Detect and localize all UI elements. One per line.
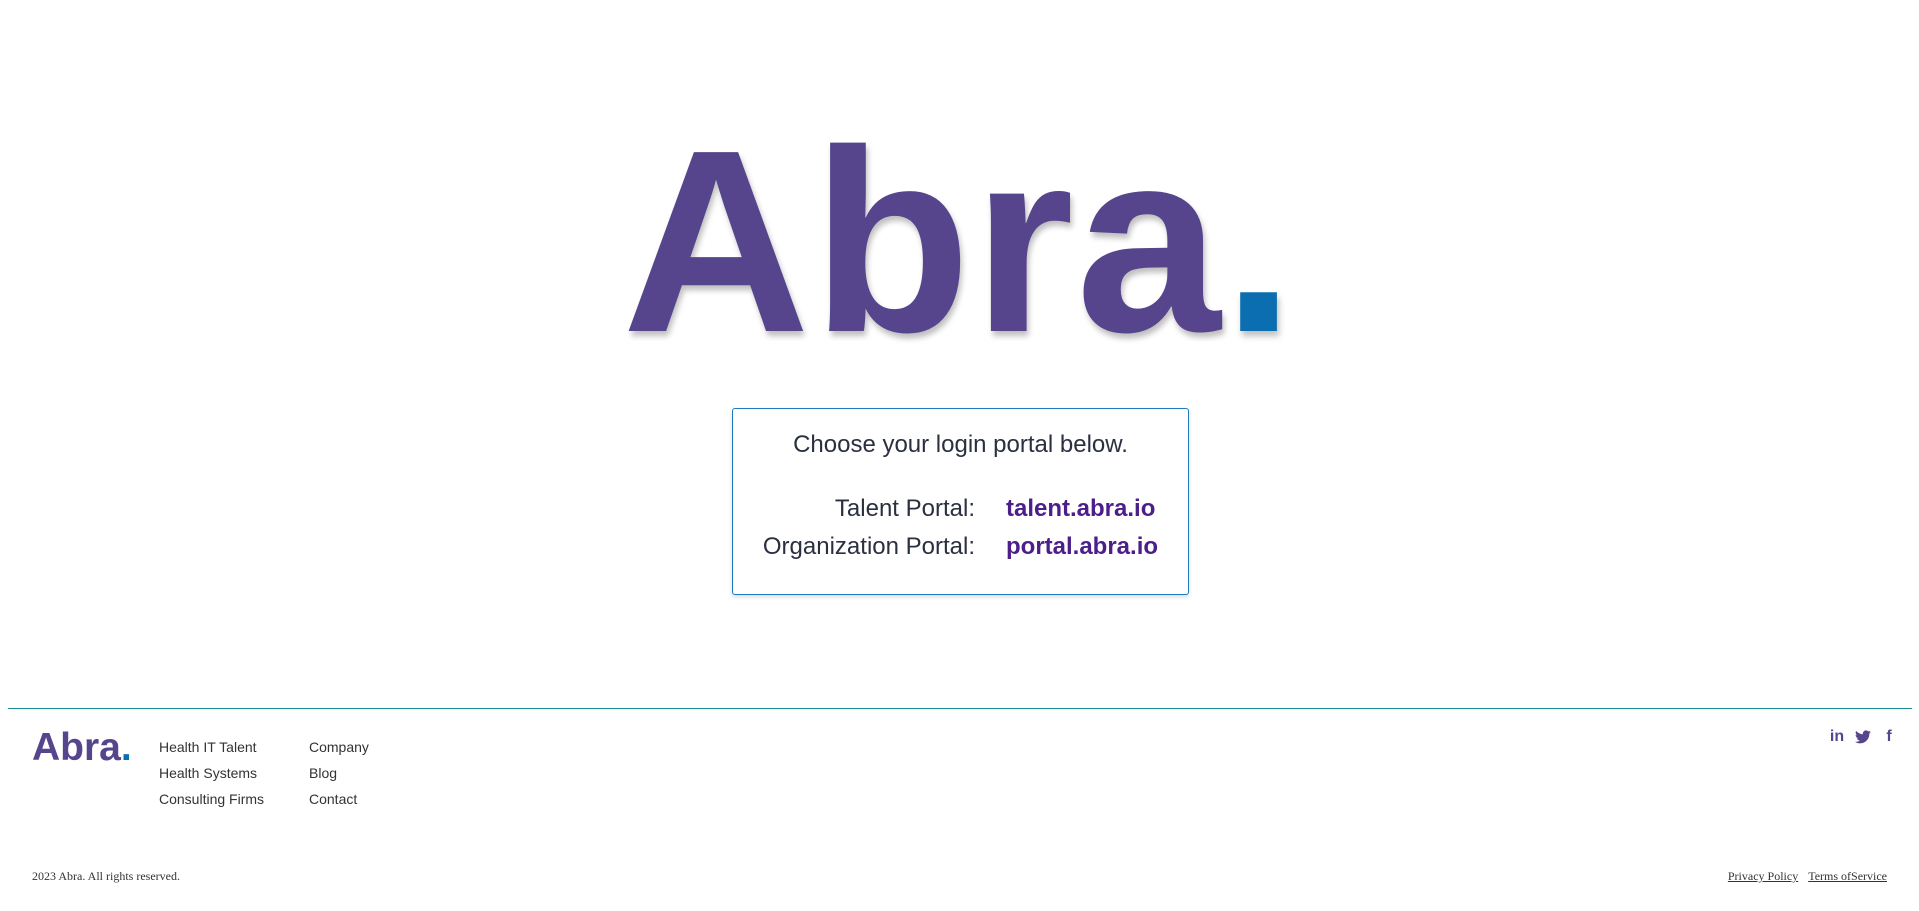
twitter-icon[interactable] — [1855, 726, 1871, 748]
legal-links: Privacy Policy Terms ofService — [1728, 869, 1887, 884]
organization-portal-link[interactable]: portal.abra.io — [1006, 533, 1158, 561]
hero-logo: Abra. — [0, 112, 1919, 372]
footer-nav-column-1: Health IT Talent Health Systems Consulti… — [159, 738, 264, 816]
footer-nav-column-2: Company Blog Contact — [309, 738, 369, 816]
footer-link-contact[interactable]: Contact — [309, 790, 369, 816]
privacy-policy-link[interactable]: Privacy Policy — [1728, 869, 1798, 884]
footer-link-health-it-talent[interactable]: Health IT Talent — [159, 738, 264, 764]
talent-portal-row: Talent Portal: talent.abra.io — [733, 495, 1188, 529]
footer-logo-dot: . — [120, 726, 132, 769]
social-links: in f — [1829, 726, 1897, 748]
facebook-icon[interactable]: f — [1881, 726, 1897, 748]
talent-portal-label: Talent Portal: — [834, 495, 975, 522]
footer-link-blog[interactable]: Blog — [309, 764, 369, 790]
footer-logo[interactable]: Abra. — [32, 728, 132, 767]
talent-portal-link[interactable]: talent.abra.io — [1006, 495, 1155, 523]
footer-divider — [8, 708, 1912, 709]
organization-portal-label: Organization Portal: — [762, 533, 975, 560]
footer-link-company[interactable]: Company — [309, 738, 369, 764]
linkedin-icon[interactable]: in — [1829, 726, 1845, 748]
login-portal-box: Choose your login portal below. Talent P… — [732, 408, 1189, 595]
footer-link-consulting-firms[interactable]: Consulting Firms — [159, 790, 264, 816]
hero-logo-dot: . — [1222, 97, 1297, 387]
footer-link-health-systems[interactable]: Health Systems — [159, 764, 264, 790]
portal-intro-text: Choose your login portal below. — [793, 431, 1128, 458]
footer-logo-text: Abra — [32, 726, 121, 769]
terms-of-service-link[interactable]: Terms ofService — [1808, 869, 1887, 884]
hero-logo-text: Abra — [622, 97, 1223, 387]
copyright-text: 2023 Abra. All rights reserved. — [32, 869, 180, 883]
organization-portal-row: Organization Portal: portal.abra.io — [733, 533, 1188, 567]
